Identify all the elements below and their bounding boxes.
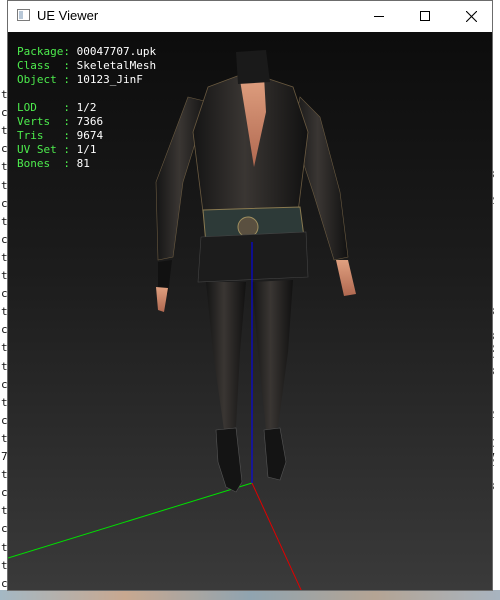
uvset-label: UV Set : — [17, 143, 70, 156]
minimize-icon — [374, 16, 384, 17]
close-icon — [465, 10, 477, 22]
class-label: Class : — [17, 59, 70, 72]
close-button[interactable] — [448, 1, 494, 31]
tris-label: Tris : — [17, 129, 70, 142]
window-title: UE Viewer — [37, 8, 99, 23]
maximize-button[interactable] — [402, 1, 448, 31]
3d-viewport[interactable]: Package: 00047707.upk Class : SkeletalMe… — [8, 32, 492, 590]
bones-label: Bones : — [17, 157, 70, 170]
lod-label: LOD : — [17, 101, 70, 114]
maximize-icon — [420, 11, 430, 21]
class-value: SkeletalMesh — [76, 59, 157, 72]
object-value: 10123_JinF — [76, 73, 143, 86]
lod-value: 1/2 — [76, 101, 97, 114]
bones-value: 81 — [76, 157, 90, 170]
minimize-button[interactable] — [356, 1, 402, 31]
uvset-value: 1/1 — [76, 143, 97, 156]
tris-value: 9674 — [76, 129, 104, 142]
axis-y-line — [8, 482, 253, 559]
axis-x-line — [251, 482, 302, 590]
package-label: Package: — [17, 45, 70, 58]
verts-value: 7366 — [76, 115, 104, 128]
mesh-info-overlay: Package: 00047707.upk Class : SkeletalMe… — [17, 45, 156, 171]
desktop-background-bottom — [0, 590, 500, 600]
title-bar[interactable]: UE Viewer — [8, 1, 492, 31]
ue-viewer-window: UE Viewer Package: 00047707.upk Class: … — [7, 0, 493, 591]
package-value: 00047707.upk — [76, 45, 157, 58]
object-label: Object : — [17, 73, 70, 86]
window-app-icon[interactable] — [17, 9, 30, 21]
verts-label: Verts : — [17, 115, 70, 128]
skeletal-mesh-model — [155, 50, 356, 493]
